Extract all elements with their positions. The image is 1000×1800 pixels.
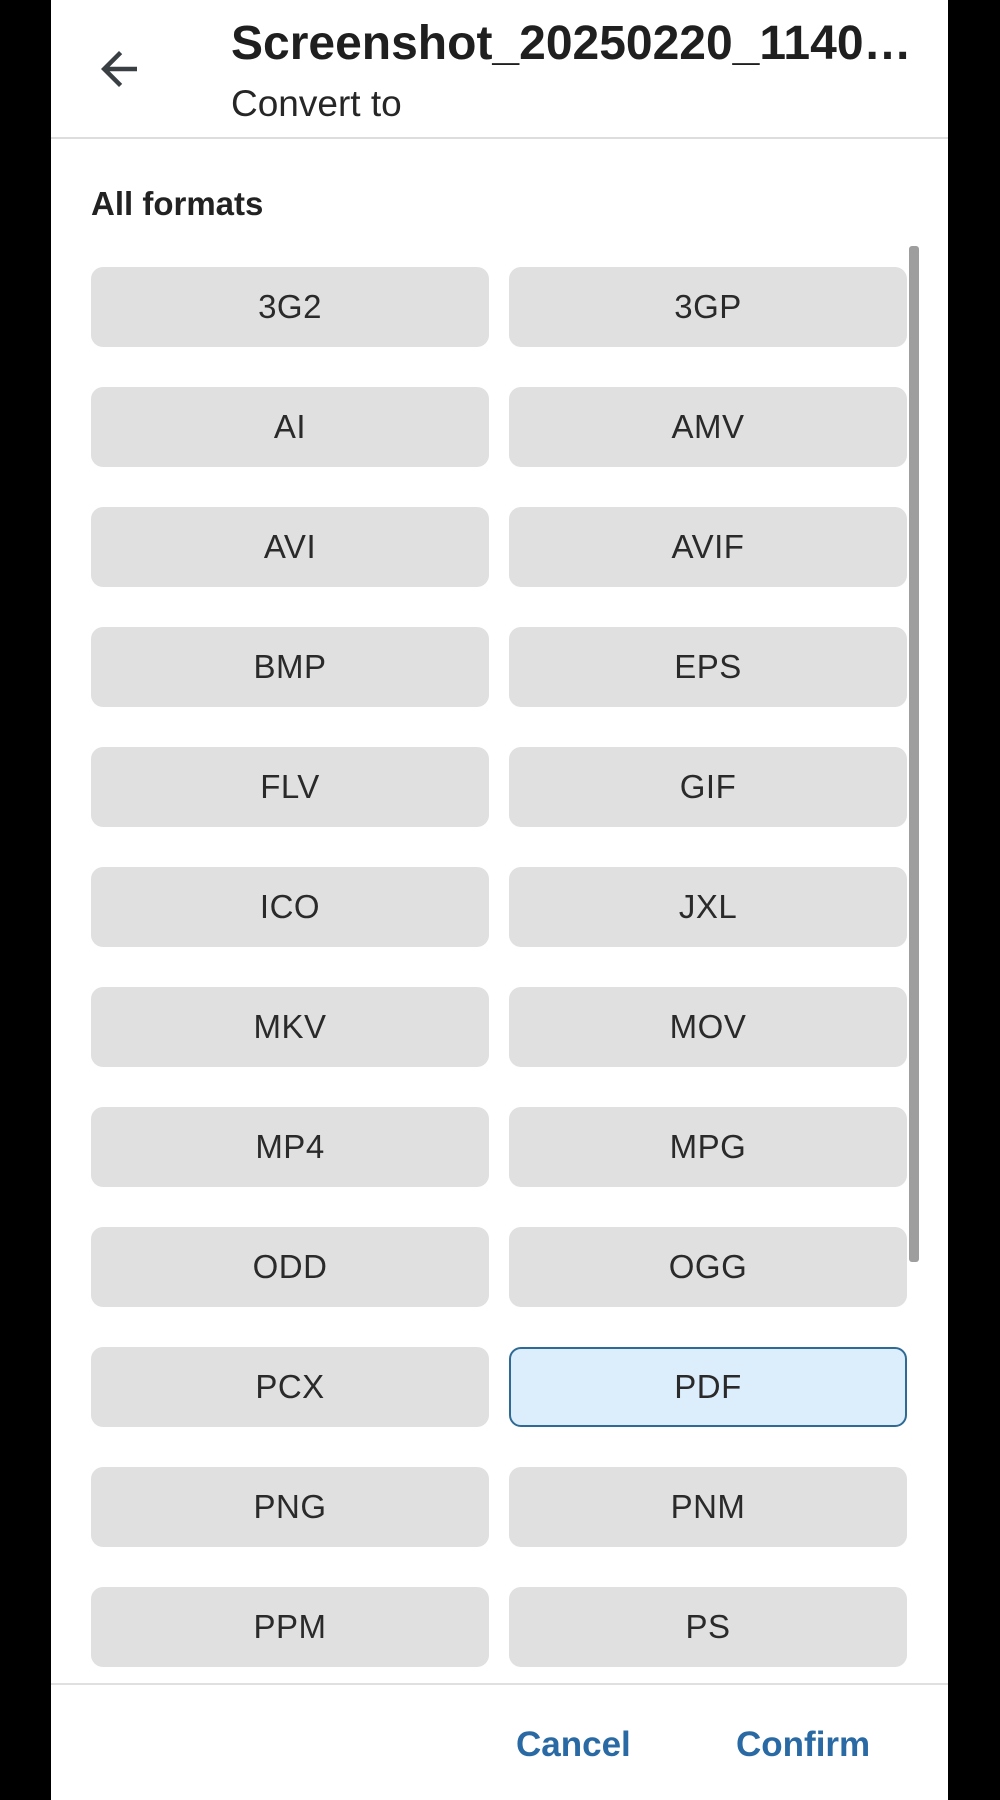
- section-label: All formats: [91, 185, 264, 222]
- back-button[interactable]: [89, 39, 149, 99]
- format-button-eps[interactable]: EPS: [509, 627, 907, 707]
- format-button-jxl[interactable]: JXL: [509, 867, 907, 947]
- format-button-png[interactable]: PNG: [91, 1467, 489, 1547]
- format-button-pdf[interactable]: PDF: [509, 1347, 907, 1427]
- format-button-ai[interactable]: AI: [91, 387, 489, 467]
- format-button-mkv[interactable]: MKV: [91, 987, 489, 1067]
- format-button-mpg[interactable]: MPG: [509, 1107, 907, 1187]
- format-button-3g2[interactable]: 3G2: [91, 267, 489, 347]
- format-grid: 3G2 3GP AI AMV AVI AVIF BMP EPS FLV GIF ICO JXL MKV M…: [91, 267, 907, 1667]
- format-button-pnm[interactable]: PNM: [509, 1467, 907, 1547]
- format-button-mp4[interactable]: MP4: [91, 1107, 489, 1187]
- convert-dialog: Screenshot_20250220_1140… Convert to All…: [51, 0, 948, 1800]
- format-button-flv[interactable]: FLV: [91, 747, 489, 827]
- format-button-ppm[interactable]: PPM: [91, 1587, 489, 1667]
- format-button-odd[interactable]: ODD: [91, 1227, 489, 1307]
- footer: Cancel Confirm: [51, 1683, 948, 1800]
- format-button-ico[interactable]: ICO: [91, 867, 489, 947]
- format-button-avi[interactable]: AVI: [91, 507, 489, 587]
- format-button-avif[interactable]: AVIF: [509, 507, 907, 587]
- format-button-amv[interactable]: AMV: [509, 387, 907, 467]
- format-button-pcx[interactable]: PCX: [91, 1347, 489, 1427]
- format-button-bmp[interactable]: BMP: [91, 627, 489, 707]
- subtitle: Convert to: [231, 83, 402, 124]
- format-button-ogg[interactable]: OGG: [509, 1227, 907, 1307]
- confirm-button[interactable]: Confirm: [736, 1725, 870, 1765]
- scrollbar[interactable]: [909, 246, 919, 1262]
- format-button-ps[interactable]: PS: [509, 1587, 907, 1667]
- cancel-button[interactable]: Cancel: [516, 1725, 631, 1765]
- format-button-gif[interactable]: GIF: [509, 747, 907, 827]
- format-button-mov[interactable]: MOV: [509, 987, 907, 1067]
- format-button-3gp[interactable]: 3GP: [509, 267, 907, 347]
- header: Screenshot_20250220_1140… Convert to: [51, 0, 948, 139]
- file-title: Screenshot_20250220_1140…: [231, 17, 912, 70]
- arrow-left-icon: [101, 51, 137, 87]
